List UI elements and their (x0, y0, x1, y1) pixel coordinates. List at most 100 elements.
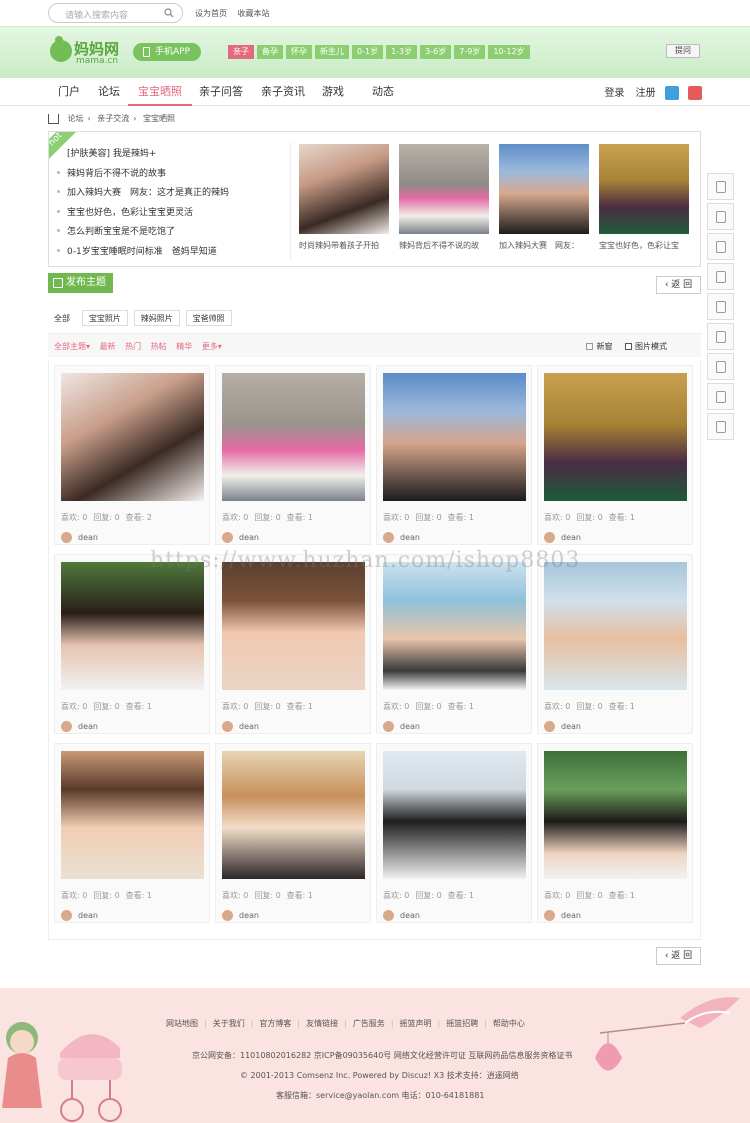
hot-picture[interactable]: 辣妈背后不得不说的故 (399, 144, 489, 251)
hot-list-item[interactable]: 怎么判断宝宝是不是吃饱了 (57, 224, 287, 244)
hot-list-item[interactable]: 0-1岁宝宝睡眠时间标准 爸妈早知道 (57, 244, 287, 264)
photo-card[interactable]: 喜欢: 0 回复: 0 查看: 1 dean (54, 554, 210, 734)
age-tag[interactable]: 10-12岁 (488, 45, 530, 59)
hot-list-item[interactable]: 辣妈背后不得不说的故事 (57, 166, 287, 186)
author-name[interactable]: dean (400, 533, 420, 542)
hot-picture-caption[interactable]: 加入辣妈大赛 网友： (499, 240, 589, 251)
tab-dad-photos[interactable]: 宝爸帅照 (185, 310, 232, 326)
avatar[interactable] (383, 532, 394, 543)
age-tag[interactable]: 新生儿 (315, 45, 349, 59)
photo-thumbnail[interactable] (222, 751, 365, 879)
picture-mode-toggle[interactable]: 图片模式 (625, 342, 667, 351)
author-name[interactable]: dean (78, 911, 98, 920)
photo-thumbnail[interactable] (544, 373, 687, 501)
author-name[interactable]: dean (239, 722, 259, 731)
author-name[interactable]: dean (561, 911, 581, 920)
photo-card[interactable]: 喜欢: 0 回复: 0 查看: 1 dean (215, 743, 371, 923)
author-name[interactable]: dean (400, 911, 420, 920)
footer-link[interactable]: 帮助中心 (493, 1019, 525, 1028)
tab-mom-photos[interactable]: 辣妈照片 (133, 310, 180, 326)
avatar[interactable] (222, 532, 233, 543)
author-name[interactable]: dean (400, 722, 420, 731)
photo-thumbnail[interactable] (383, 373, 526, 501)
document-tool-button[interactable] (707, 173, 734, 200)
age-tag[interactable]: 0-1岁 (352, 45, 384, 59)
photo-thumbnail[interactable] (61, 373, 204, 501)
checkbox-checked-icon[interactable] (625, 343, 632, 350)
photo-thumbnail[interactable] (61, 751, 204, 879)
login-link[interactable]: 登录 (604, 88, 624, 99)
footer-link[interactable]: 摇篮招聘 (446, 1019, 478, 1028)
nav-item-news[interactable]: 亲子资讯 (261, 78, 305, 106)
wechat-tool-button[interactable] (707, 353, 734, 380)
tab-baby-photos[interactable]: 宝宝照片 (81, 310, 128, 326)
photo-thumbnail[interactable] (544, 562, 687, 690)
author-name[interactable]: dean (78, 533, 98, 542)
hot-picture[interactable]: 时尚辣妈带着孩子开拍 (299, 144, 389, 251)
hot-picture-caption[interactable]: 时尚辣妈带着孩子开拍 (299, 240, 389, 251)
photo-card[interactable]: 喜欢: 0 回复: 0 查看: 1 dean (537, 554, 693, 734)
photo-card[interactable]: 喜欢: 0 回复: 0 查看: 1 dean (537, 743, 693, 923)
calendar-tool-button[interactable] (707, 233, 734, 260)
age-tag[interactable]: 亲子 (228, 45, 254, 59)
avatar[interactable] (383, 910, 394, 921)
back-button-top[interactable]: ‹ 返 回 (656, 276, 701, 294)
photo-thumbnail[interactable] (544, 751, 687, 879)
mobile-app-button[interactable]: 手机APP (133, 43, 201, 61)
photo-thumbnail[interactable] (61, 562, 204, 690)
age-tag[interactable]: 备孕 (257, 45, 283, 59)
nav-item-qa[interactable]: 亲子问答 (199, 78, 243, 106)
checkbox-icon[interactable] (586, 343, 594, 350)
footer-link[interactable]: 友情链接 (306, 1019, 338, 1028)
qrcode-tool-button[interactable] (707, 383, 734, 410)
card-author[interactable]: dean (222, 532, 259, 543)
bookmark-link[interactable]: 收藏本站 (238, 9, 270, 18)
set-homepage-link[interactable]: 设为首页 (195, 9, 227, 18)
age-tag[interactable]: 怀孕 (286, 45, 312, 59)
age-tag[interactable]: 3-6岁 (420, 45, 452, 59)
filter-hot-posts[interactable]: 热帖 (151, 342, 167, 351)
avatar[interactable] (544, 910, 555, 921)
card-author[interactable]: dean (544, 910, 581, 921)
new-post-button[interactable]: 发布主题 (48, 273, 113, 293)
footer-link[interactable]: 广告服务 (353, 1019, 385, 1028)
photo-thumbnail[interactable] (383, 751, 526, 879)
footer-link[interactable]: 摇篮声明 (400, 1019, 432, 1028)
nav-item-baby-photos[interactable]: 宝宝晒照 (128, 78, 192, 106)
photo-card[interactable]: 喜欢: 0 回复: 0 查看: 1 dean (215, 365, 371, 545)
hot-picture-caption[interactable]: 辣妈背后不得不说的故 (399, 240, 489, 251)
breadcrumb-item[interactable]: 论坛 (68, 114, 84, 123)
photo-card[interactable]: 喜欢: 0 回复: 0 查看: 1 dean (54, 743, 210, 923)
hot-list-item[interactable]: 加入辣妈大赛 网友：这才是真正的辣妈 (57, 185, 287, 205)
photo-thumbnail[interactable] (499, 144, 589, 234)
hot-picture[interactable]: 加入辣妈大赛 网友： (499, 144, 589, 251)
photo-card[interactable]: 喜欢: 0 回复: 0 查看: 1 dean (376, 365, 532, 545)
ask-question-button[interactable]: 提问 (666, 44, 700, 58)
card-author[interactable]: dean (61, 532, 98, 543)
card-author[interactable]: dean (544, 721, 581, 732)
footer-link[interactable]: 网站地图 (166, 1019, 198, 1028)
filter-latest[interactable]: 最新 (100, 342, 116, 351)
new-window-toggle[interactable]: 新窗 (586, 342, 612, 351)
photo-thumbnail[interactable] (222, 562, 365, 690)
photo-card[interactable]: 喜欢: 0 回复: 0 查看: 1 dean (537, 365, 693, 545)
photo-thumbnail[interactable] (383, 562, 526, 690)
author-name[interactable]: dean (239, 533, 259, 542)
grid-tool-button[interactable] (707, 293, 734, 320)
card-author[interactable]: dean (222, 721, 259, 732)
avatar[interactable] (222, 910, 233, 921)
search-icon[interactable] (164, 8, 174, 18)
avatar[interactable] (544, 721, 555, 732)
card-author[interactable]: dean (383, 910, 420, 921)
card-author[interactable]: dean (383, 721, 420, 732)
photo-thumbnail[interactable] (399, 144, 489, 234)
nav-item-forum[interactable]: 论坛 (98, 78, 120, 106)
card-author[interactable]: dean (61, 910, 98, 921)
qq-tool-button[interactable] (707, 263, 734, 290)
qq-login-icon[interactable] (664, 86, 679, 100)
filter-all-topics[interactable]: 全部主题▾ (54, 342, 90, 351)
photo-card[interactable]: 喜欢: 0 回复: 0 查看: 1 dean (376, 743, 532, 923)
card-author[interactable]: dean (383, 532, 420, 543)
age-tag[interactable]: 7-9岁 (454, 45, 486, 59)
weibo-login-icon[interactable] (688, 86, 702, 100)
